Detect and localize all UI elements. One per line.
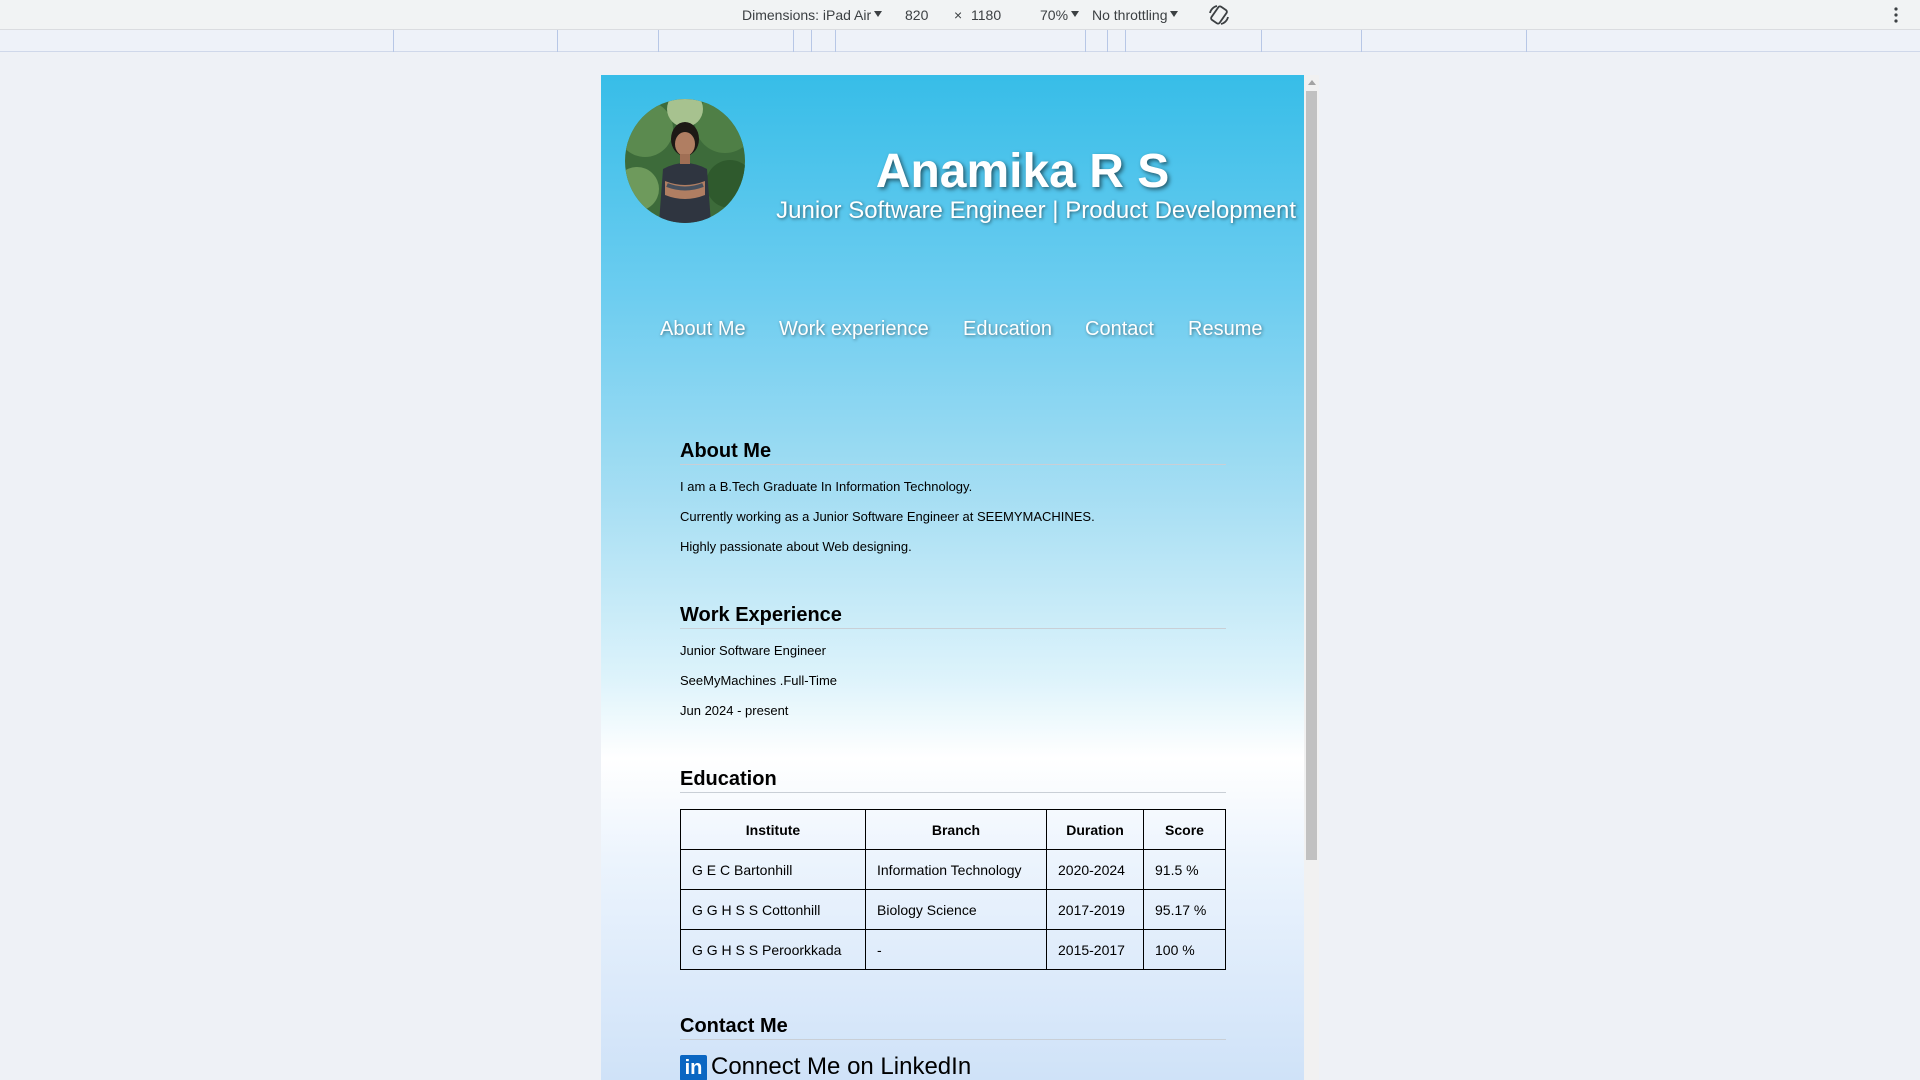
dimensions-label: Dimensions: iPad Air: [742, 7, 872, 23]
column-header: Institute: [680, 809, 866, 850]
table-cell: 91.5 %: [1143, 849, 1226, 890]
more-vert-icon[interactable]: [1893, 4, 1899, 26]
chevron-down-icon: [1170, 11, 1179, 17]
profile-avatar: [625, 99, 745, 223]
education-heading: Education: [680, 768, 1226, 793]
column-header: Duration: [1046, 809, 1144, 850]
about-line: Currently working as a Junior Software E…: [680, 509, 1095, 524]
nav-work-experience[interactable]: Work experience: [779, 318, 929, 341]
table-cell: 2020-2024: [1046, 849, 1144, 890]
linkedin-icon[interactable]: in: [680, 1055, 707, 1080]
nav-about-me[interactable]: About Me: [660, 318, 746, 341]
scrollbar-thumb[interactable]: [1306, 91, 1317, 860]
table-row: G G H S S Cottonhill Biology Science 201…: [680, 889, 1226, 930]
height-input[interactable]: 1180: [971, 7, 1001, 23]
table-cell: G E C Bartonhill: [680, 849, 866, 890]
nav-resume[interactable]: Resume: [1188, 318, 1262, 341]
profile-name: Anamika R S: [875, 145, 1170, 198]
table-cell: 95.17 %: [1143, 889, 1226, 930]
nav-contact[interactable]: Contact: [1085, 318, 1154, 341]
times-symbol: ×: [954, 7, 963, 23]
about-section: About Me I am a B.Tech Graduate In Infor…: [680, 440, 1226, 555]
profile-tagline: Junior Software Engineer | Product Devel…: [776, 197, 1296, 224]
main-content: About Me I am a B.Tech Graduate In Infor…: [680, 440, 1226, 1080]
media-query-bar[interactable]: [0, 30, 1920, 52]
viewport-scrollbar[interactable]: [1304, 75, 1319, 1080]
education-table: Institute Branch Duration Score G E C Ba…: [680, 809, 1226, 970]
table-cell: 100 %: [1143, 929, 1226, 970]
linkedin-link[interactable]: in Connect Me on LinkedIn: [680, 1053, 1226, 1080]
work-section: Work Experience Junior Software Engineer…: [680, 604, 1226, 719]
table-cell: Biology Science: [865, 889, 1047, 930]
rotate-icon[interactable]: [1208, 4, 1230, 26]
contact-section: Contact Me in Connect Me on LinkedIn: [680, 1015, 1226, 1080]
nav-education[interactable]: Education: [963, 318, 1052, 341]
column-header: Score: [1143, 809, 1226, 850]
table-row: G E C Bartonhill Information Technology …: [680, 849, 1226, 890]
column-header: Branch: [865, 809, 1047, 850]
work-line: Jun 2024 - present: [680, 703, 789, 718]
table-header-row: Institute Branch Duration Score: [680, 809, 1226, 850]
education-section: Education Institute Branch Duration Scor…: [680, 768, 1226, 970]
dimensions-select[interactable]: Dimensions: iPad Air: [742, 7, 883, 23]
throttling-select[interactable]: No throttling: [1092, 7, 1179, 23]
device-viewport: Anamika R S Junior Software Engineer | P…: [601, 75, 1304, 1080]
work-line: Junior Software Engineer: [680, 643, 826, 658]
width-input[interactable]: 820: [905, 7, 928, 23]
about-line: I am a B.Tech Graduate In Information Te…: [680, 479, 973, 494]
table-cell: G G H S S Peroorkkada: [680, 929, 866, 970]
table-cell: -: [865, 929, 1047, 970]
about-heading: About Me: [680, 440, 1226, 465]
zoom-select[interactable]: 70%: [1040, 7, 1080, 23]
contact-heading: Contact Me: [680, 1015, 1226, 1040]
linkedin-label[interactable]: Connect Me on LinkedIn: [711, 1053, 971, 1080]
table-cell: 2015-2017: [1046, 929, 1144, 970]
chevron-down-icon: [1071, 11, 1080, 17]
work-line: SeeMyMachines .Full-Time: [680, 673, 838, 688]
table-row: G G H S S Peroorkkada - 2015-2017 100 %: [680, 929, 1226, 970]
about-line: Highly passionate about Web designing.: [680, 539, 912, 554]
work-heading: Work Experience: [680, 604, 1226, 629]
zoom-label: 70%: [1040, 7, 1069, 23]
chevron-down-icon: [874, 11, 883, 17]
table-cell: 2017-2019: [1046, 889, 1144, 930]
table-cell: Information Technology: [865, 849, 1047, 890]
scroll-up-icon[interactable]: [1308, 80, 1316, 85]
throttling-label: No throttling: [1092, 7, 1168, 23]
table-cell: G G H S S Cottonhill: [680, 889, 866, 930]
devtools-device-toolbar: Dimensions: iPad Air 820 × 1180 70% No t…: [0, 0, 1920, 30]
